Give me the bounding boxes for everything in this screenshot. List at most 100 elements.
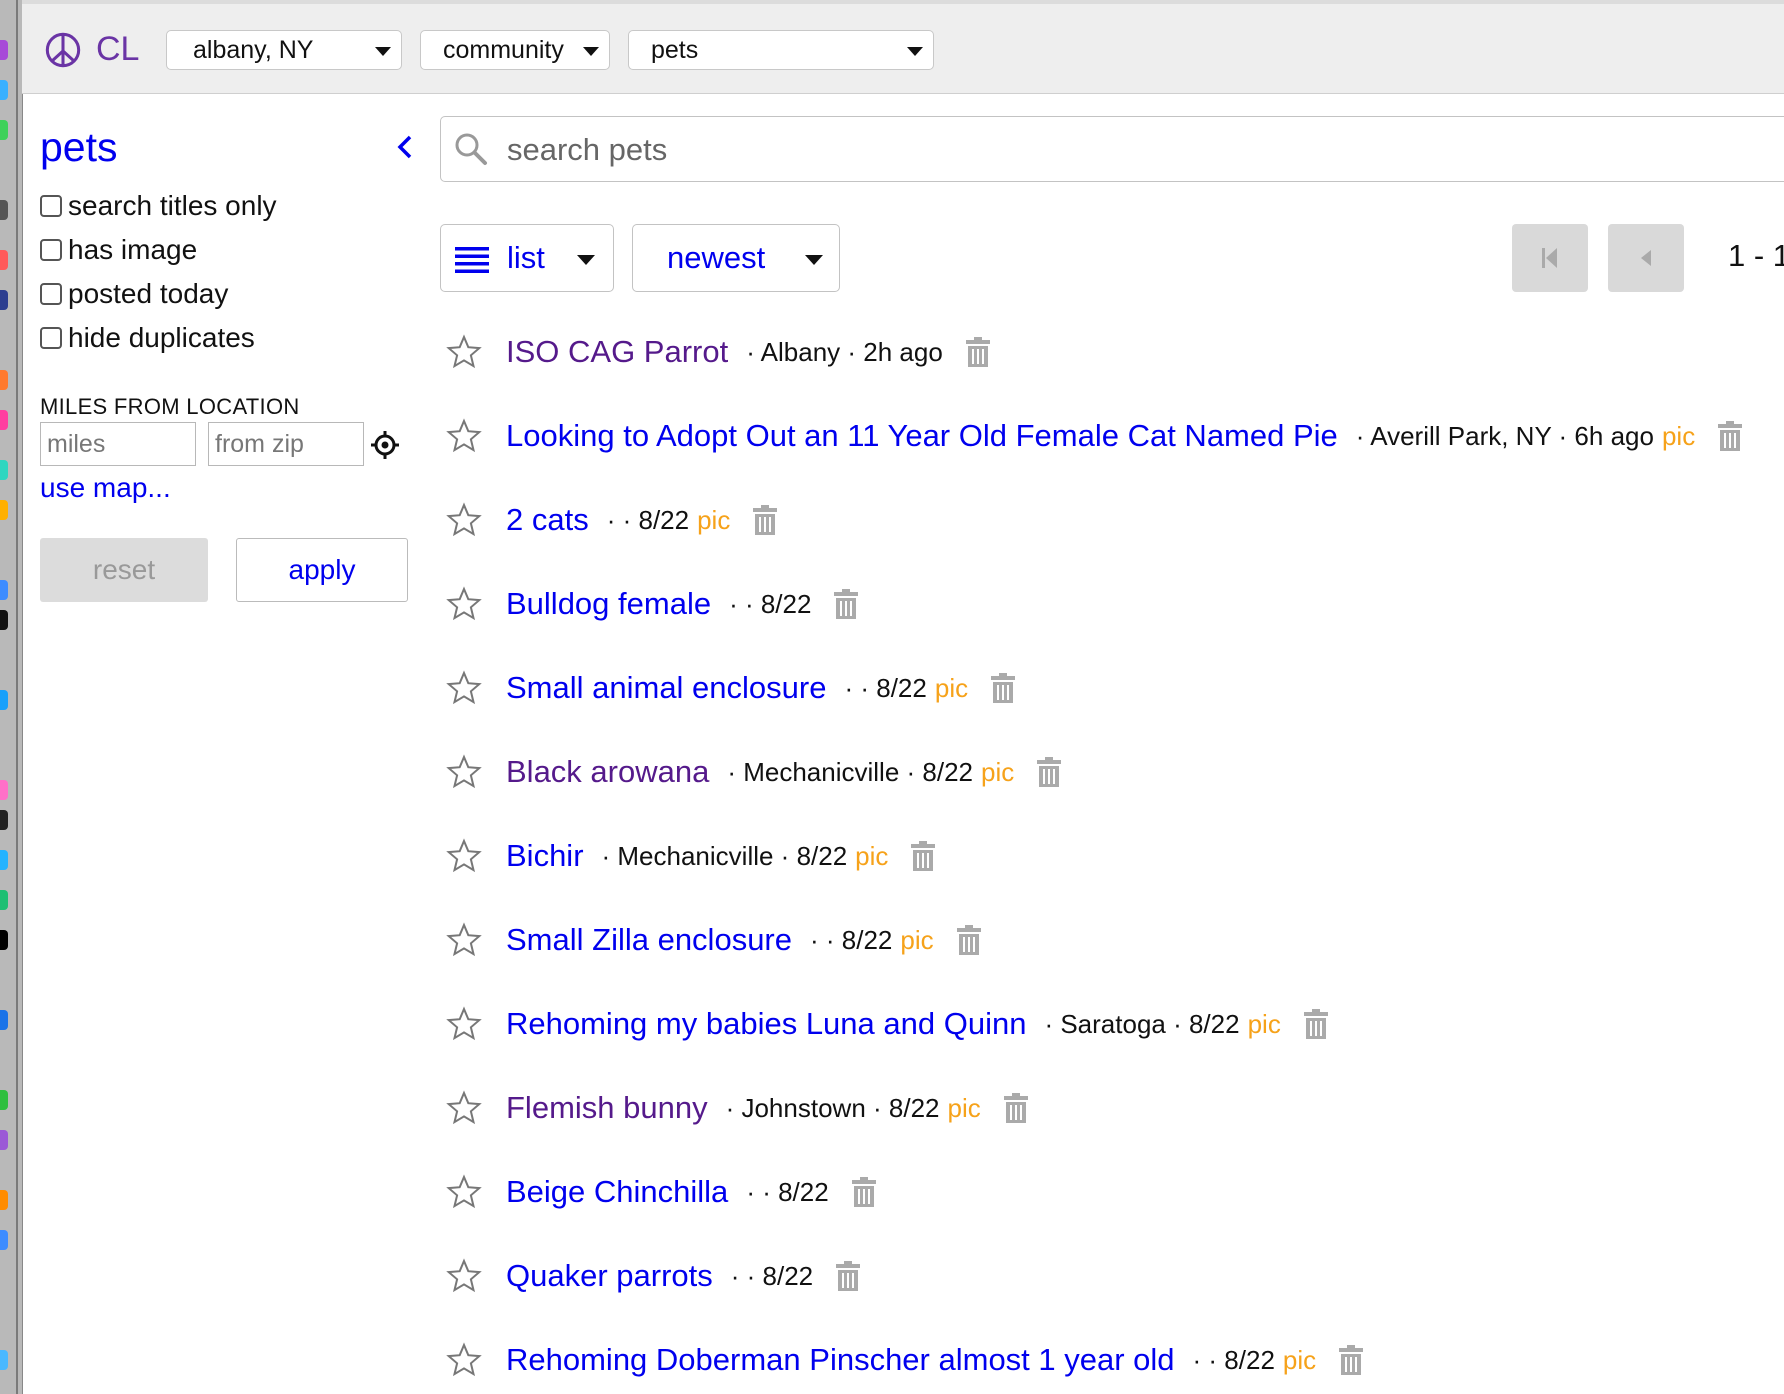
listing-meta: · Mechanicville · 8/22: [727, 756, 973, 787]
trash-icon[interactable]: [1303, 1008, 1329, 1040]
dock-app-icon[interactable]: [0, 250, 8, 270]
dock-app-icon[interactable]: [0, 810, 8, 830]
favorite-star-icon[interactable]: [446, 1258, 482, 1294]
trash-icon[interactable]: [833, 588, 859, 620]
dock-app-icon[interactable]: [0, 200, 8, 220]
listing-title-link[interactable]: Small Zilla enclosure: [506, 922, 792, 958]
listing-title-link[interactable]: Small animal enclosure: [506, 670, 826, 706]
site-header: CL albany, NY community pets: [22, 0, 1784, 94]
trash-icon[interactable]: [851, 1176, 877, 1208]
favorite-star-icon[interactable]: [446, 586, 482, 622]
favorite-star-icon[interactable]: [446, 1342, 482, 1378]
search-input[interactable]: [505, 123, 1709, 177]
listing-title-link[interactable]: Black arowana: [506, 754, 709, 790]
chevron-down-icon: [375, 47, 391, 56]
filter-titles-only[interactable]: search titles only: [40, 190, 277, 222]
favorite-star-icon[interactable]: [446, 1090, 482, 1126]
checkbox[interactable]: [40, 195, 62, 217]
filter-posted-today[interactable]: posted today: [40, 278, 228, 310]
checkbox[interactable]: [40, 283, 62, 305]
chevron-left-icon[interactable]: [390, 132, 420, 162]
listing-meta: · · 8/22: [746, 1176, 829, 1207]
listing-title-link[interactable]: Bichir: [506, 838, 584, 874]
trash-icon[interactable]: [1717, 420, 1743, 452]
favorite-star-icon[interactable]: [446, 1174, 482, 1210]
apply-button[interactable]: apply: [236, 538, 408, 602]
has-pic-badge: pic: [855, 840, 889, 871]
locate-me-icon[interactable]: [370, 430, 400, 460]
listing-title-link[interactable]: Beige Chinchilla: [506, 1174, 728, 1210]
checkbox[interactable]: [40, 239, 62, 261]
filter-hide-duplicates[interactable]: hide duplicates: [40, 322, 255, 354]
dock-app-icon[interactable]: [0, 610, 8, 630]
favorite-star-icon[interactable]: [446, 418, 482, 454]
listing-row: Rehoming my babies Luna and Quinn · Sarat…: [440, 994, 1329, 1054]
checkbox-label: search titles only: [68, 190, 277, 221]
dock-app-icon[interactable]: [0, 580, 8, 600]
trash-icon[interactable]: [1036, 756, 1062, 788]
trash-icon[interactable]: [956, 924, 982, 956]
dock-app-icon[interactable]: [0, 1190, 8, 1210]
dock-app-icon[interactable]: [0, 1130, 8, 1150]
dock-app-icon[interactable]: [0, 370, 8, 390]
dock-app-icon[interactable]: [0, 1090, 8, 1110]
dock-app-icon[interactable]: [0, 120, 8, 140]
filter-has-image[interactable]: has image: [40, 234, 197, 266]
previous-page-button[interactable]: [1608, 224, 1684, 292]
location-select[interactable]: albany, NY: [166, 30, 402, 70]
listing-title-link[interactable]: Quaker parrots: [506, 1258, 713, 1294]
dock-app-icon[interactable]: [0, 1010, 8, 1030]
dock-app-icon[interactable]: [0, 690, 8, 710]
dock-app-icon[interactable]: [0, 500, 8, 520]
dock-app-icon[interactable]: [0, 930, 8, 950]
trash-icon[interactable]: [835, 1260, 861, 1292]
dock-app-icon[interactable]: [0, 1350, 8, 1370]
trash-icon[interactable]: [1003, 1092, 1029, 1124]
trash-icon[interactable]: [1338, 1344, 1364, 1376]
sort-dropdown[interactable]: newest: [632, 224, 840, 292]
trash-icon[interactable]: [990, 672, 1016, 704]
favorite-star-icon[interactable]: [446, 754, 482, 790]
dock-app-icon[interactable]: [0, 40, 8, 60]
favorite-star-icon[interactable]: [446, 670, 482, 706]
dock-app-icon[interactable]: [0, 850, 8, 870]
dock-app-icon[interactable]: [0, 290, 8, 310]
listing-row: Black arowana · Mechanicville · 8/22 pic: [440, 742, 1062, 802]
listing-meta: · · 8/22: [606, 504, 690, 535]
zip-input[interactable]: [208, 422, 364, 466]
first-page-button[interactable]: [1512, 224, 1588, 292]
checkbox[interactable]: [40, 327, 62, 349]
reset-button[interactable]: reset: [40, 538, 208, 602]
listing-title-link[interactable]: Rehoming my babies Luna and Quinn: [506, 1006, 1026, 1042]
favorite-star-icon[interactable]: [446, 838, 482, 874]
view-mode-dropdown[interactable]: list: [440, 224, 614, 292]
miles-input[interactable]: [40, 422, 196, 466]
dock-app-icon[interactable]: [0, 80, 8, 100]
trash-icon[interactable]: [752, 504, 778, 536]
listing-row: Flemish bunny · Johnstown · 8/22 pic: [440, 1078, 1029, 1138]
dock-app-icon[interactable]: [0, 1230, 8, 1250]
use-map-link[interactable]: use map...: [40, 472, 171, 504]
cl-home-link[interactable]: CL: [44, 30, 139, 69]
has-pic-badge: pic: [934, 672, 969, 703]
listing-title-link[interactable]: 2 cats: [506, 502, 589, 538]
chevron-down-icon: [907, 47, 923, 56]
section-select[interactable]: community: [420, 30, 610, 70]
listing-title-link[interactable]: ISO CAG Parrot: [506, 334, 728, 370]
dock-app-icon[interactable]: [0, 460, 8, 480]
listing-title-link[interactable]: Rehoming Doberman Pinscher almost 1 year…: [506, 1342, 1175, 1378]
dock-app-icon[interactable]: [0, 780, 8, 800]
favorite-star-icon[interactable]: [446, 334, 482, 370]
listing-title-link[interactable]: Flemish bunny: [506, 1090, 708, 1126]
favorite-star-icon[interactable]: [446, 502, 482, 538]
favorite-star-icon[interactable]: [446, 1006, 482, 1042]
dock-app-icon[interactable]: [0, 410, 8, 430]
listing-title-link[interactable]: Bulldog female: [506, 586, 711, 622]
listing-title-link[interactable]: Looking to Adopt Out an 11 Year Old Fema…: [506, 418, 1338, 454]
listing-meta: · Saratoga · 8/22: [1044, 1008, 1240, 1039]
favorite-star-icon[interactable]: [446, 922, 482, 958]
dock-app-icon[interactable]: [0, 890, 8, 910]
trash-icon[interactable]: [965, 336, 991, 368]
trash-icon[interactable]: [910, 840, 936, 872]
category-select[interactable]: pets: [628, 30, 934, 70]
